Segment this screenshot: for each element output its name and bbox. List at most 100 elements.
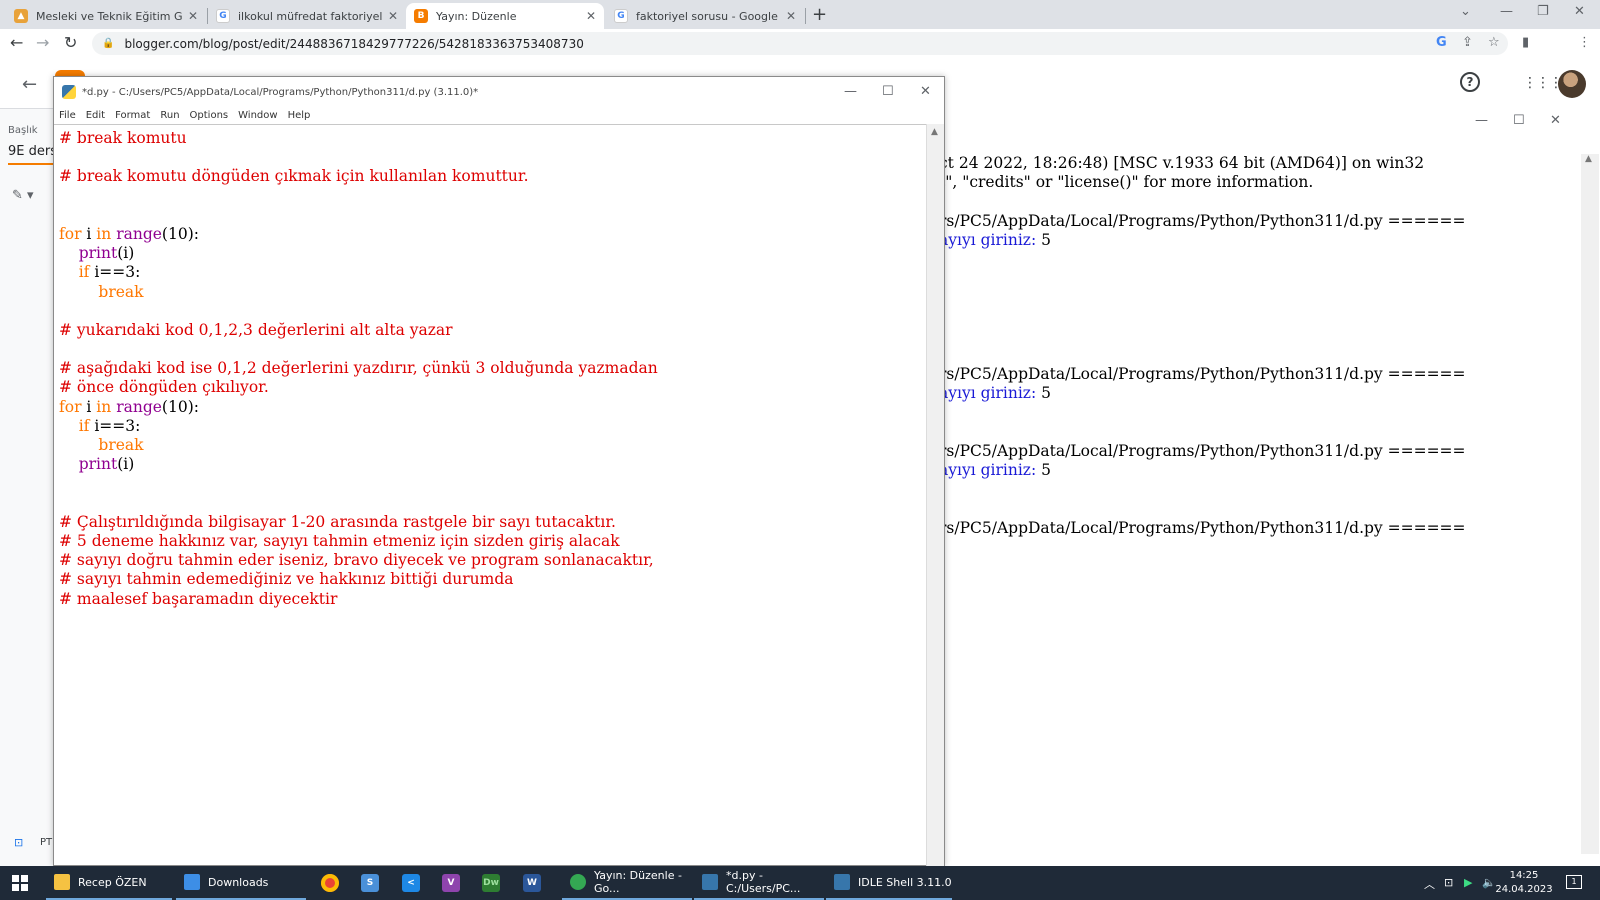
taskbar-label: Yayın: Düzenle - Go... [594,869,682,895]
shell-line: ayıyı giriniz: 5 [939,461,1579,480]
code-line: print(i) [59,244,658,263]
code-text[interactable]: # break komutu # break komutu döngüden çı… [59,129,658,609]
tab-blogger[interactable]: B Yayın: Düzenle ✕ [406,3,604,29]
close-window-icon[interactable]: ✕ [1574,4,1585,19]
code-token: range [116,224,162,243]
tab-ilkokul[interactable]: G ilkokul müfredat faktoriyel konusu ✕ [208,3,406,29]
tab-label: faktoriyel sorusu - Google Arama [636,9,780,23]
menu-edit[interactable]: Edit [86,110,105,121]
shell-scrollbar[interactable]: ▲ [1581,154,1599,854]
menu-help[interactable]: Help [288,110,311,121]
code-token: (10): [161,397,199,416]
minimize-icon[interactable]: — [1500,4,1513,19]
visual-studio-app-icon[interactable]: V [442,874,460,892]
shell-line: ayıyı giriniz: 5 [939,231,1579,250]
taskbar-item-idle-shell[interactable]: IDLE Shell 3.11.0 [826,866,952,900]
menu-run[interactable]: Run [160,110,179,121]
close-icon[interactable]: ✕ [1550,113,1561,128]
reload-icon[interactable]: ↻ [64,33,77,52]
google-lens-icon[interactable]: G [1436,35,1447,50]
editor-scrollbar[interactable]: ▲ [926,124,944,866]
maximize-icon[interactable]: ☐ [882,84,894,99]
menu-options[interactable]: Options [190,110,229,121]
new-tab-button[interactable]: + [812,4,827,25]
back-arrow-icon[interactable]: ← [22,74,37,95]
word-app-s-icon[interactable]: S [361,874,379,892]
menu-file[interactable]: File [59,110,76,121]
clock-date: 24.04.2023 [1495,884,1553,895]
taskbar-item-editor[interactable]: *d.py - C:/Users/PC... [694,866,824,900]
code-token: # break komutu [59,129,187,147]
address-bar[interactable]: 🔒 blogger.com/blog/post/edit/24488367184… [92,32,1508,55]
code-line: print(i) [59,455,658,474]
bottom-status-text: PT [40,837,53,848]
menu-format[interactable]: Format [115,110,150,121]
vscode-app-icon[interactable]: < [402,874,420,892]
taskbar-label: Recep ÖZEN [78,875,147,889]
share-icon[interactable]: ⇪ [1462,35,1473,50]
close-icon[interactable]: ✕ [786,9,796,23]
minimize-icon[interactable]: — [844,84,857,99]
meb-icon: ▲ [14,9,28,23]
close-icon[interactable]: ✕ [388,9,398,23]
network-icon[interactable]: ⊡ [1444,876,1453,889]
account-avatar[interactable] [1558,70,1586,98]
tab-google-search[interactable]: G faktoriyel sorusu - Google Arama ✕ [606,3,804,29]
back-arrow-icon[interactable]: ← [10,33,23,52]
restore-icon[interactable]: ❐ [1537,4,1549,19]
close-icon[interactable]: ✕ [920,84,931,99]
menu-window[interactable]: Window [238,110,277,121]
tray-chevron-icon[interactable]: ︿ [1424,876,1435,892]
editor-title: *d.py - C:/Users/PC5/AppData/Local/Progr… [82,86,479,98]
code-token: 5 [1041,230,1051,249]
taskbar-item-downloads[interactable]: Downloads [176,866,306,900]
minimize-icon[interactable]: — [1475,113,1488,128]
code-line: if i==3: [59,417,658,436]
code-token: (i) [117,455,135,474]
close-icon[interactable]: ✕ [586,9,596,23]
maximize-icon[interactable]: ☐ [1513,113,1525,128]
editor-sidebar [0,109,54,866]
code-token: t", "credits" or "license()" for more in… [939,173,1314,192]
code-token: i [81,397,97,416]
windows-start-icon[interactable] [12,875,28,891]
chrome-app-icon[interactable] [321,874,339,892]
tab-search-icon[interactable]: ⌄ [1460,4,1471,19]
taskbar-item-recep-ozen[interactable]: Recep ÖZEN [46,866,172,900]
code-token: for [59,397,82,416]
forward-arrow-icon[interactable]: → [36,33,49,52]
menu-dots-icon[interactable]: ⋮ [1578,35,1591,50]
tab-label: ilkokul müfredat faktoriyel konusu [238,9,382,23]
shell-output[interactable]: ct 24 2022, 18:26:48) [MSC v.1933 64 bit… [939,154,1579,854]
download-icon [184,874,200,890]
code-token: # yukarıdaki kod 0,1,2,3 değerlerini alt… [59,320,453,339]
side-panel-icon[interactable]: ▮ [1522,35,1529,50]
editor-menubar: File Edit Format Run Options Window Help [54,107,944,124]
close-icon[interactable]: ✕ [188,9,198,23]
apps-grid-icon[interactable]: ⋮⋮⋮ [1523,75,1563,91]
clock[interactable]: 14:25 24.04.2023 [1492,869,1556,897]
taskbar-item-chrome-blogger[interactable]: Yayın: Düzenle - Go... [562,866,692,900]
idle-editor-window: *d.py - C:/Users/PC5/AppData/Local/Progr… [53,76,945,866]
tab-meb[interactable]: ▲ Mesleki ve Teknik Eğitim Genel Müdürlü… [6,3,206,29]
notification-icon[interactable]: 1 [1566,875,1582,889]
pencil-icon[interactable]: ✎ ▾ [12,188,34,203]
word-app-icon[interactable]: W [523,874,541,892]
play-icon[interactable]: ▶ [1464,876,1472,889]
bookmark-star-icon[interactable]: ☆ [1488,35,1500,50]
dreamweaver-app-icon[interactable]: Dw [482,874,500,892]
help-icon[interactable]: ? [1460,72,1480,92]
code-editor[interactable]: # break komutu # break komutu döngüden çı… [54,124,926,866]
code-token: for [59,224,82,243]
google-icon: G [216,9,230,23]
post-title-input[interactable]: 9E ders [8,144,57,159]
